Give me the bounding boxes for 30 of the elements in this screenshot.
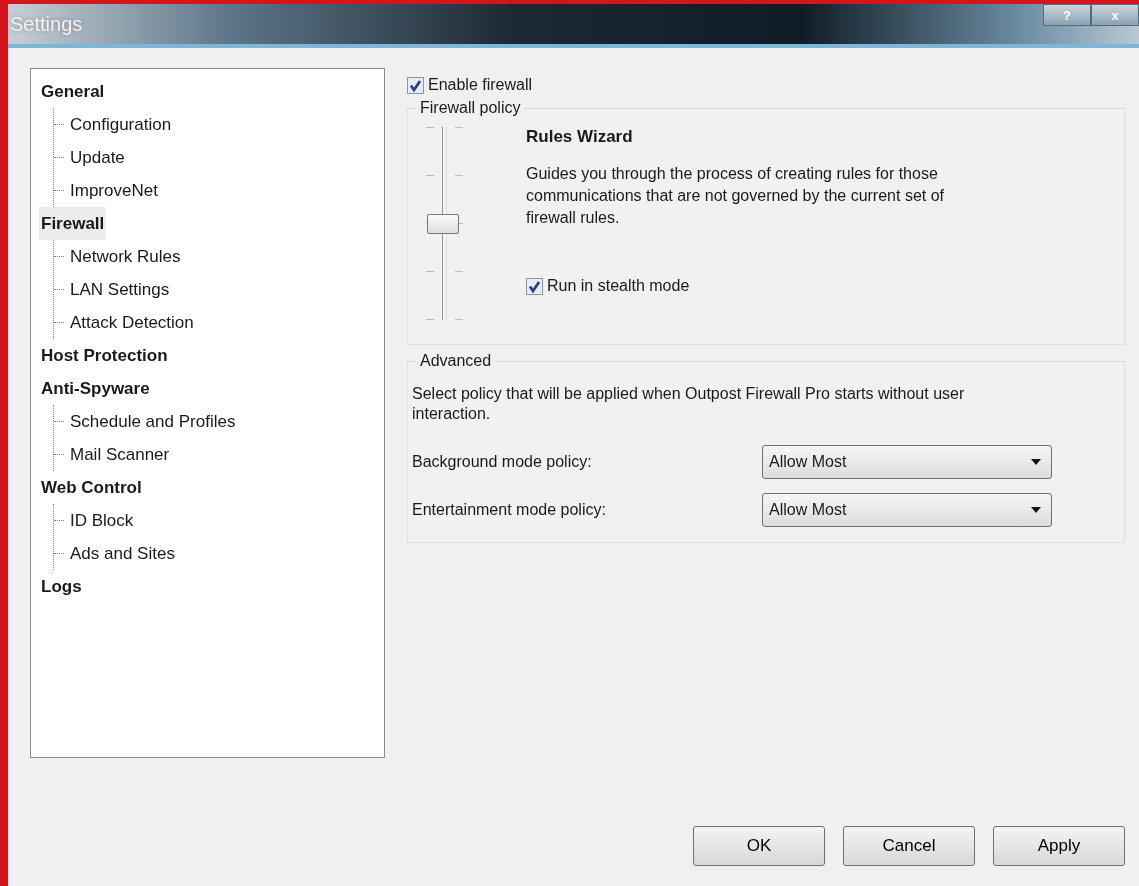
dialog-button[interactable]: Apply [993,826,1125,866]
tree-item[interactable]: General [39,75,107,108]
tree-item[interactable]: Logs [39,570,84,603]
policy-name: Rules Wizard [526,127,634,147]
group-title: Firewall policy [416,99,525,117]
tree-item[interactable]: Mail Scanner [68,444,172,465]
tree-item[interactable]: Host Protection [39,339,170,372]
policy-dropdown[interactable]: Allow Most [762,445,1052,479]
tree-item[interactable]: Firewall [39,207,107,240]
dialog-button[interactable]: OK [693,826,825,866]
tree-item[interactable]: Schedule and Profiles [68,411,238,432]
policy-description: Guides you through the process of creating rules for those communications that are not governed by the current set of firewall rules. [526,164,945,228]
tree-item[interactable]: ImproveNet [68,180,160,201]
tree-item[interactable]: Ads and Sites [68,543,177,564]
tree-item[interactable]: Network Rules [68,246,183,267]
tree-item[interactable]: ID Block [68,510,136,531]
tree-item[interactable]: Anti-Spyware [39,372,152,405]
policy-label: Background mode policy: [412,453,593,471]
advanced-description: Select policy that will be applied when Outpost Firewall Pro starts without user interaction. [412,384,966,424]
tree-item[interactable]: LAN Settings [68,279,172,300]
policy-dropdown[interactable]: Allow Most [762,493,1052,527]
tree-item[interactable]: Update [68,147,127,168]
checkbox-label: Run in stealth mode [547,277,690,295]
tree-item[interactable]: Web Control [39,471,144,504]
dialog-button[interactable]: Cancel [843,826,975,866]
window-title: Settings [9,12,83,36]
policy-label: Entertainment mode policy: [412,501,607,519]
tree-item[interactable]: Attack Detection [68,312,196,333]
checkbox-label: Enable firewall [428,76,533,94]
tree-item[interactable]: Configuration [68,114,174,135]
